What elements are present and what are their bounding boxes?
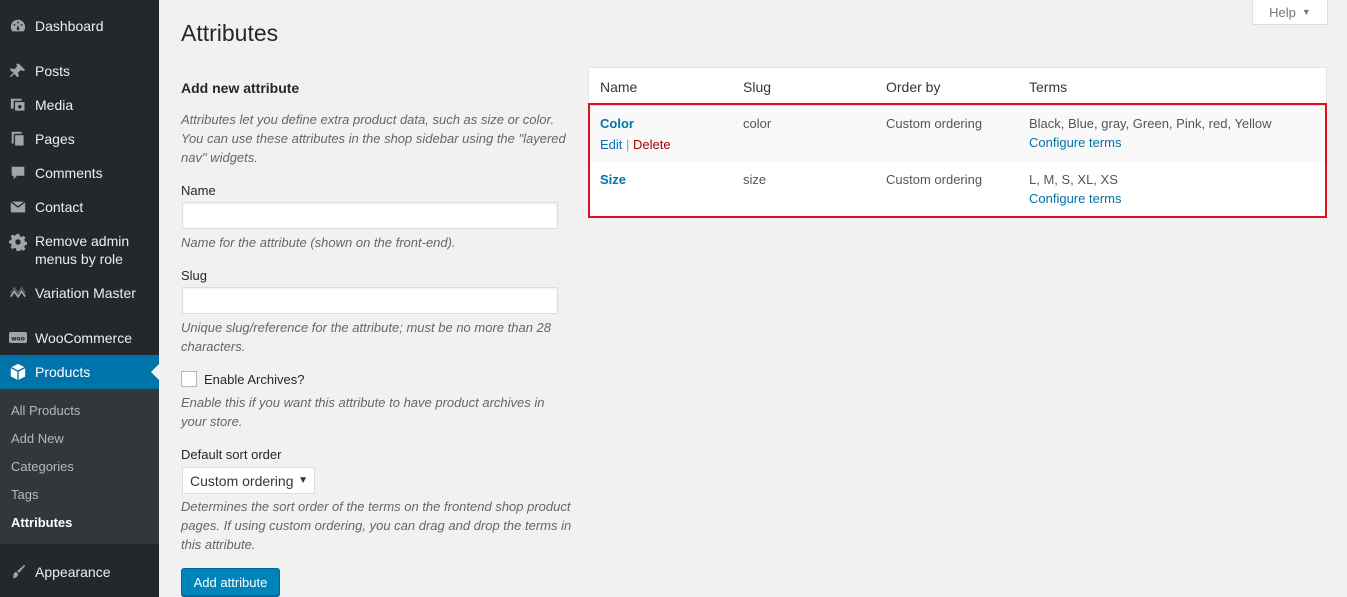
menu-item-products[interactable]: Products	[0, 355, 159, 389]
column-header-slug: Slug	[743, 79, 772, 95]
name-input[interactable]	[182, 202, 558, 229]
brush-icon	[8, 562, 28, 582]
attribute-slug: color	[743, 116, 772, 131]
variation-icon	[8, 283, 28, 303]
name-label: Name	[181, 183, 216, 198]
attribute-name-link[interactable]: Color	[600, 114, 634, 133]
menu-item-remove-admin-menus[interactable]: Remove admin menus by role	[0, 229, 159, 271]
menu-item-woocommerce[interactable]: woo WooCommerce	[0, 326, 159, 350]
action-separator: |	[626, 137, 630, 152]
submenu-item-categories[interactable]: Categories	[11, 459, 74, 475]
attribute-terms: L, M, S, XL, XS	[1029, 172, 1118, 187]
attributes-table: Name Slug Order by Terms Color Edit | De…	[588, 67, 1327, 217]
envelope-icon	[8, 197, 28, 217]
menu-label: Products	[35, 364, 91, 380]
svg-text:woo: woo	[11, 336, 25, 343]
submenu-item-tags[interactable]: Tags	[11, 487, 38, 503]
menu-item-comments[interactable]: Comments	[0, 161, 159, 185]
menu-label: Variation Master	[35, 285, 136, 301]
menu-label: Pages	[35, 131, 75, 147]
column-header-terms: Terms	[1029, 79, 1068, 95]
row-actions: Edit | Delete	[600, 135, 671, 154]
slug-description: Unique slug/reference for the attribute;…	[181, 320, 551, 354]
help-label: Help	[1269, 4, 1296, 20]
sort-order-description: Determines the sort order of the terms o…	[181, 499, 572, 552]
sort-order-select[interactable]: Custom ordering ▼	[182, 467, 315, 494]
products-submenu: All Products Add New Categories Tags Att…	[0, 389, 159, 544]
add-attribute-button[interactable]: Add attribute	[181, 568, 280, 596]
menu-label: Dashboard	[35, 18, 104, 34]
menu-label: Media	[35, 97, 74, 113]
menu-item-pages[interactable]: Pages	[0, 127, 159, 151]
page-title: Attributes	[181, 20, 279, 46]
pushpin-icon	[8, 61, 28, 81]
woo-icon: woo	[8, 328, 28, 348]
menu-item-variation-master[interactable]: Variation Master	[0, 281, 159, 305]
enable-archives-checkbox[interactable]	[181, 371, 197, 387]
edit-link[interactable]: Edit	[600, 137, 622, 152]
submenu-item-all-products[interactable]: All Products	[11, 403, 80, 419]
enable-archives-label[interactable]: Enable Archives?	[204, 372, 304, 387]
menu-item-contact[interactable]: Contact	[0, 195, 159, 219]
delete-link[interactable]: Delete	[633, 137, 671, 152]
dashboard-icon	[8, 16, 28, 36]
attribute-order-by: Custom ordering	[886, 116, 983, 131]
form-heading: Add new attribute	[181, 80, 300, 96]
pages-icon	[8, 129, 28, 149]
configure-terms-link[interactable]: Configure terms	[1029, 189, 1121, 208]
comment-icon	[8, 163, 28, 183]
submenu-item-add-new[interactable]: Add New	[11, 431, 64, 447]
table-row: Size size Custom ordering L, M, S, XL, X…	[589, 162, 1326, 218]
menu-item-media[interactable]: Media	[0, 93, 159, 117]
slug-input[interactable]	[182, 287, 558, 314]
menu-item-posts[interactable]: Posts	[0, 59, 159, 83]
archives-description: Enable this if you want this attribute t…	[181, 395, 545, 429]
menu-label: Comments	[35, 165, 103, 181]
media-icon	[8, 95, 28, 115]
sort-order-value: Custom ordering	[190, 472, 294, 489]
name-description: Name for the attribute (shown on the fro…	[181, 235, 456, 250]
menu-label-line2: menus by role	[35, 251, 123, 267]
caret-down-icon: ▼	[1301, 7, 1311, 17]
menu-label: WooCommerce	[35, 330, 132, 346]
attribute-terms: Black, Blue, gray, Green, Pink, red, Yel…	[1029, 116, 1272, 131]
submenu-item-attributes[interactable]: Attributes	[11, 515, 72, 531]
menu-item-dashboard[interactable]: Dashboard	[0, 14, 159, 38]
box-icon	[8, 362, 28, 382]
column-header-name: Name	[600, 79, 638, 95]
slug-label: Slug	[181, 268, 208, 283]
form-intro: Attributes let you define extra product …	[181, 112, 566, 165]
attribute-name-link[interactable]: Size	[600, 170, 626, 189]
menu-item-appearance[interactable]: Appearance	[0, 560, 159, 584]
caret-down-icon: ▼	[298, 475, 308, 486]
menu-label: Appearance	[35, 564, 111, 580]
menu-label: Contact	[35, 199, 84, 215]
gear-icon	[8, 232, 28, 252]
table-row: Color Edit | Delete color Custom orderin…	[589, 106, 1326, 162]
attribute-order-by: Custom ordering	[886, 172, 983, 187]
admin-sidebar: Dashboard Posts Media Pages Comments Con…	[0, 0, 159, 597]
menu-label: Posts	[35, 63, 71, 79]
column-header-order-by: Order by	[886, 79, 941, 95]
help-button[interactable]: Help ▼	[1252, 0, 1328, 25]
menu-label-line1: Remove admin	[35, 233, 130, 249]
configure-terms-link[interactable]: Configure terms	[1029, 133, 1121, 152]
attribute-slug: size	[743, 172, 767, 187]
sort-order-label: Default sort order	[181, 447, 282, 462]
